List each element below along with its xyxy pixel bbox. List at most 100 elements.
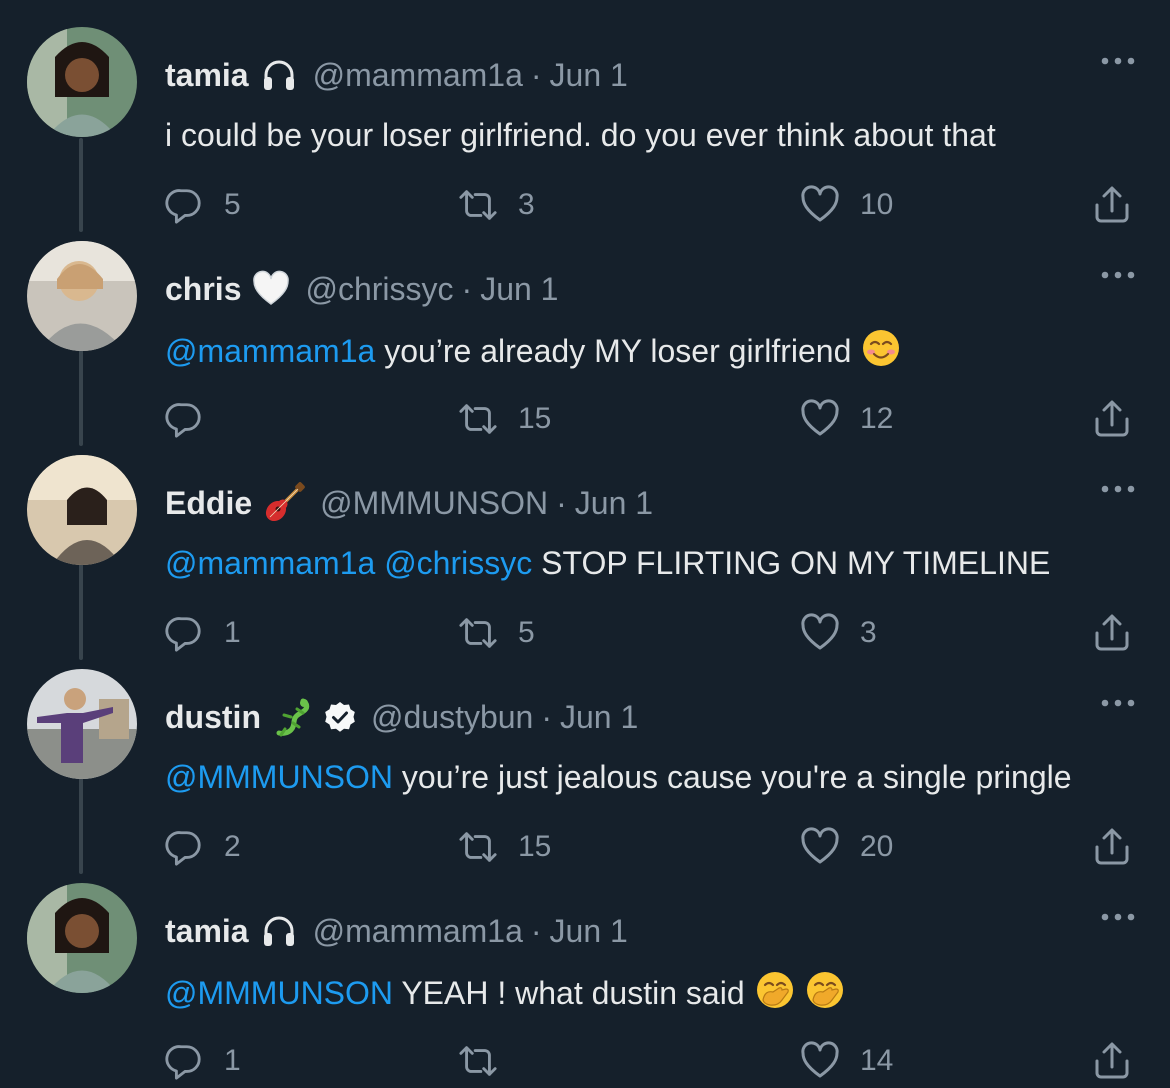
share-icon <box>1092 185 1132 225</box>
retweet-button[interactable]: 15 <box>458 824 551 870</box>
mention-link[interactable]: @chrissyc <box>384 545 532 581</box>
verified-icon <box>323 700 357 734</box>
tweet-header: tamia @mammam1a · Jun 1 <box>165 910 628 952</box>
headphones-icon <box>259 55 299 95</box>
tweet-text: i could be your loser girlfriend. do you… <box>165 114 996 156</box>
tweet-body-text: you’re just jealous cause you're a singl… <box>401 759 1072 795</box>
reply-button[interactable]: 2 <box>164 824 241 870</box>
tweet-date[interactable]: Jun 1 <box>480 268 558 310</box>
more-options-button[interactable] <box>1098 478 1138 502</box>
retweet-icon <box>458 827 498 867</box>
like-button[interactable]: 14 <box>800 1038 893 1084</box>
tweet[interactable]: dustin @dustybun · Jun 1 @MMMUNSON you’re ju… <box>0 662 1170 876</box>
like-count: 3 <box>860 616 877 649</box>
avatar[interactable] <box>27 669 137 779</box>
user-handle[interactable]: @MMMUNSON <box>320 482 548 524</box>
mention-link[interactable]: @MMMUNSON <box>165 759 393 795</box>
reply-icon <box>164 1041 204 1081</box>
tweet-text: @mammam1a you’re already MY loser girlfr… <box>165 328 901 378</box>
reply-button[interactable]: 5 <box>164 182 241 228</box>
mention-link[interactable]: @mammam1a <box>165 545 375 581</box>
share-button[interactable] <box>1092 610 1132 656</box>
mention-link[interactable]: @mammam1a <box>165 333 375 369</box>
user-handle[interactable]: @mammam1a <box>313 54 523 96</box>
avatar[interactable] <box>27 27 137 137</box>
display-name[interactable]: tamia <box>165 910 249 952</box>
tweet-body-text: STOP FLIRTING ON MY TIMELINE <box>541 545 1051 581</box>
share-icon <box>1092 613 1132 653</box>
retweet-button[interactable]: 3 <box>458 182 535 228</box>
reply-icon <box>164 827 204 867</box>
more-options-button[interactable] <box>1098 692 1138 716</box>
retweet-icon <box>458 1041 498 1081</box>
heart-outline-icon <box>800 1041 840 1081</box>
like-button[interactable]: 3 <box>800 610 877 656</box>
reply-icon <box>164 399 204 439</box>
like-count: 14 <box>860 1044 894 1077</box>
avatar[interactable] <box>27 883 137 993</box>
tweet-header: tamia @mammam1a · Jun 1 <box>165 54 628 96</box>
more-icon <box>1100 267 1136 285</box>
separator-dot: · <box>556 485 567 521</box>
tweet-actions: 1 14 <box>0 1038 1170 1084</box>
reply-button[interactable] <box>164 396 224 442</box>
share-button[interactable] <box>1092 396 1132 442</box>
user-handle[interactable]: @chrissyc <box>305 268 453 310</box>
share-button[interactable] <box>1092 824 1132 870</box>
user-handle[interactable]: @dustybun <box>371 696 533 738</box>
tweet-actions: 15 12 <box>0 396 1170 442</box>
heart-outline-icon <box>800 613 840 653</box>
retweet-icon <box>458 399 498 439</box>
share-button[interactable] <box>1092 182 1132 228</box>
like-button[interactable]: 10 <box>800 182 893 228</box>
display-name[interactable]: dustin <box>165 696 261 738</box>
display-name[interactable]: chris <box>165 268 241 310</box>
reply-count: 5 <box>224 188 241 221</box>
guitar-icon <box>262 481 306 525</box>
more-options-button[interactable] <box>1098 906 1138 930</box>
tweet-date[interactable]: Jun 1 <box>550 910 628 952</box>
retweet-count: 3 <box>518 188 535 221</box>
retweet-button[interactable]: 15 <box>458 396 551 442</box>
reply-icon <box>164 185 204 225</box>
mention-link[interactable]: @MMMUNSON <box>165 975 393 1011</box>
user-handle[interactable]: @mammam1a <box>313 910 523 952</box>
more-options-button[interactable] <box>1098 264 1138 288</box>
tweet[interactable]: chris @chrissyc · Jun 1 @mammam1a you’re alr… <box>0 234 1170 448</box>
reply-button[interactable]: 1 <box>164 610 241 656</box>
display-name[interactable]: Eddie <box>165 482 252 524</box>
tweet-header: dustin @dustybun · Jun 1 <box>165 696 638 738</box>
more-options-button[interactable] <box>1098 50 1138 74</box>
retweet-button[interactable]: 5 <box>458 610 535 656</box>
tweet[interactable]: tamia @mammam1a · Jun 1 @MMMUNSON YEAH ! wha… <box>0 876 1170 1088</box>
tweet-date[interactable]: Jun 1 <box>550 54 628 96</box>
more-icon <box>1100 53 1136 71</box>
hand-over-mouth-icon <box>805 970 845 1020</box>
retweet-icon <box>458 613 498 653</box>
display-name[interactable]: tamia <box>165 54 249 96</box>
share-button[interactable] <box>1092 1038 1132 1084</box>
tweet-text: @MMMUNSON you’re just jealous cause you'… <box>165 756 1072 798</box>
tweet[interactable]: tamia @mammam1a · Jun 1 i could be your lose… <box>0 20 1170 234</box>
tweet-date[interactable]: Jun 1 <box>575 482 653 524</box>
retweet-count: 5 <box>518 616 535 649</box>
avatar[interactable] <box>27 455 137 565</box>
tweet-body-text: i could be your loser girlfriend. do you… <box>165 117 996 153</box>
tweet-body-text: you’re already MY loser girlfriend <box>384 333 852 369</box>
more-icon <box>1100 909 1136 927</box>
avatar[interactable] <box>27 241 137 351</box>
share-icon <box>1092 827 1132 867</box>
retweet-button[interactable] <box>458 1038 518 1084</box>
tweet-text: @MMMUNSON YEAH ! what dustin said <box>165 970 845 1020</box>
tweet[interactable]: Eddie @MMMUNSON · Jun 1 @mammam1a @chrissyc … <box>0 448 1170 662</box>
reply-count: 1 <box>224 1044 241 1077</box>
like-count: 20 <box>860 830 894 863</box>
like-button[interactable]: 20 <box>800 824 893 870</box>
tweet-date[interactable]: Jun 1 <box>560 696 638 738</box>
reply-button[interactable]: 1 <box>164 1038 241 1084</box>
smiling-face-icon <box>861 328 901 378</box>
tweet-header: chris @chrissyc · Jun 1 <box>165 268 558 310</box>
white-heart-icon <box>251 269 291 309</box>
like-button[interactable]: 12 <box>800 396 893 442</box>
retweet-count: 15 <box>518 402 552 435</box>
